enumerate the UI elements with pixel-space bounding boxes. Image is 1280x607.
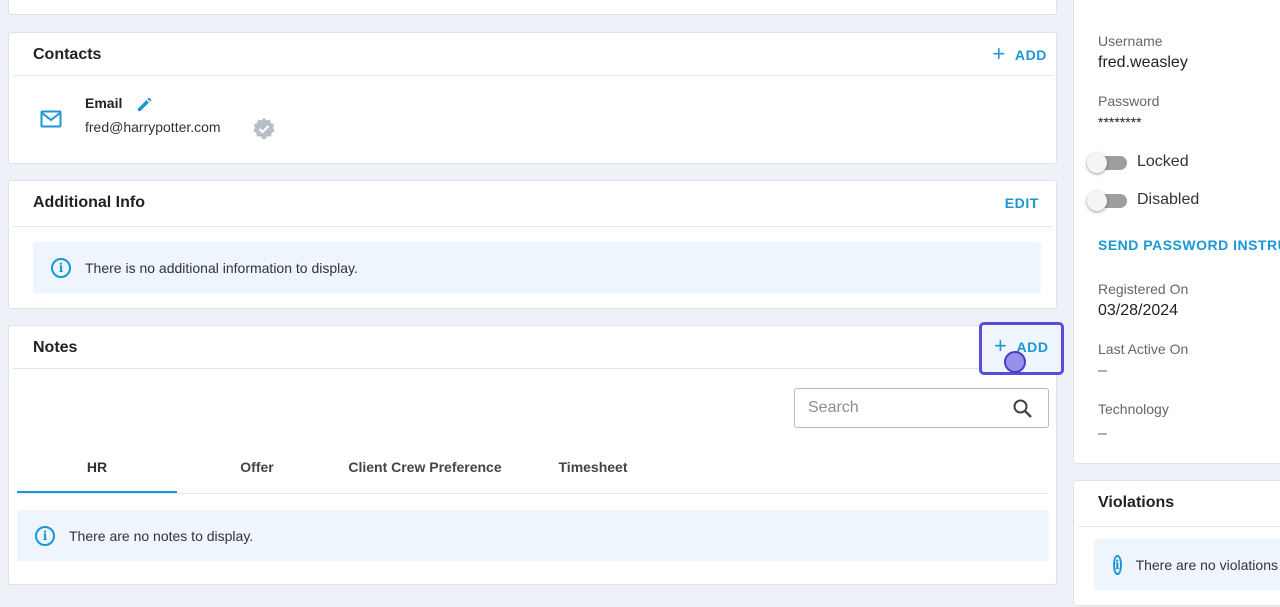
tab-timesheet[interactable]: Timesheet <box>513 457 673 493</box>
registered-on-value: 03/28/2024 <box>1098 302 1179 319</box>
email-value: fred@harrypotter.com <box>85 119 221 135</box>
verified-badge-icon <box>252 117 276 146</box>
tab-offer[interactable]: Offer <box>177 457 337 493</box>
email-label: Email <box>85 95 123 111</box>
additional-info-empty-message: There is no additional information to di… <box>85 259 358 276</box>
notes-tab-bar-underline <box>17 493 1048 494</box>
password-label: Password <box>1098 93 1160 109</box>
contacts-card: Contacts + ADD Email fred@harrypotter.co… <box>8 32 1057 164</box>
registered-on-label: Registered On <box>1098 281 1189 297</box>
locked-toggle[interactable] <box>1087 153 1127 173</box>
info-icon: i <box>1113 554 1122 575</box>
notes-search-input[interactable]: Search <box>794 388 1049 428</box>
divider <box>13 75 1052 76</box>
violations-empty-notice: i There are no violations to display. <box>1094 539 1280 590</box>
notes-card: Notes Search i There are no notes to dis… <box>8 325 1057 585</box>
notes-title: Notes <box>33 339 78 356</box>
additional-info-title: Additional Info <box>33 194 145 211</box>
search-placeholder: Search <box>808 399 859 416</box>
additional-info-card: Additional Info EDIT i There is no addit… <box>8 180 1057 309</box>
tab-client-crew-preference[interactable]: Client Crew Preference <box>337 457 513 493</box>
last-active-value: – <box>1098 362 1107 379</box>
mail-icon <box>40 110 62 133</box>
additional-info-empty-notice: i There is no additional information to … <box>33 242 1041 293</box>
info-icon: i <box>35 525 55 546</box>
info-icon: i <box>51 257 71 278</box>
contacts-title: Contacts <box>33 46 102 63</box>
disabled-label: Disabled <box>1137 191 1200 208</box>
account-card: Username fred.weasley Password ******** … <box>1073 0 1280 464</box>
violations-title: Violations <box>1098 494 1175 511</box>
last-active-label: Last Active On <box>1098 341 1189 357</box>
search-icon[interactable] <box>1013 399 1032 423</box>
technology-label: Technology <box>1098 401 1169 417</box>
violations-card: Violations i There are no violations to … <box>1073 480 1280 606</box>
violations-empty-message: There are no violations to display. <box>1135 556 1280 573</box>
locked-label: Locked <box>1137 153 1189 170</box>
click-cursor-indicator <box>1004 351 1026 373</box>
divider <box>13 368 1052 369</box>
top-card <box>8 0 1057 15</box>
divider <box>13 226 1052 227</box>
additional-info-edit-button[interactable]: EDIT <box>1005 195 1039 211</box>
plus-icon: + <box>992 41 1006 66</box>
notes-empty-notice: i There are no notes to display. <box>17 510 1049 561</box>
send-password-instructions-button[interactable]: SEND PASSWORD INSTRUCTIONS <box>1098 237 1280 253</box>
notes-empty-message: There are no notes to display. <box>69 527 254 544</box>
edit-pencil-icon[interactable] <box>136 95 154 118</box>
technology-value: – <box>1098 425 1107 442</box>
username-label: Username <box>1098 33 1163 49</box>
divider <box>1078 526 1280 527</box>
contacts-add-button[interactable]: + ADD <box>992 41 1047 66</box>
contacts-add-label: ADD <box>1014 47 1047 63</box>
tab-hr[interactable]: HR <box>17 457 177 493</box>
disabled-toggle[interactable] <box>1087 191 1127 211</box>
password-value: ******** <box>1098 114 1142 130</box>
username-value: fred.weasley <box>1098 54 1188 71</box>
plus-icon: + <box>994 333 1008 358</box>
